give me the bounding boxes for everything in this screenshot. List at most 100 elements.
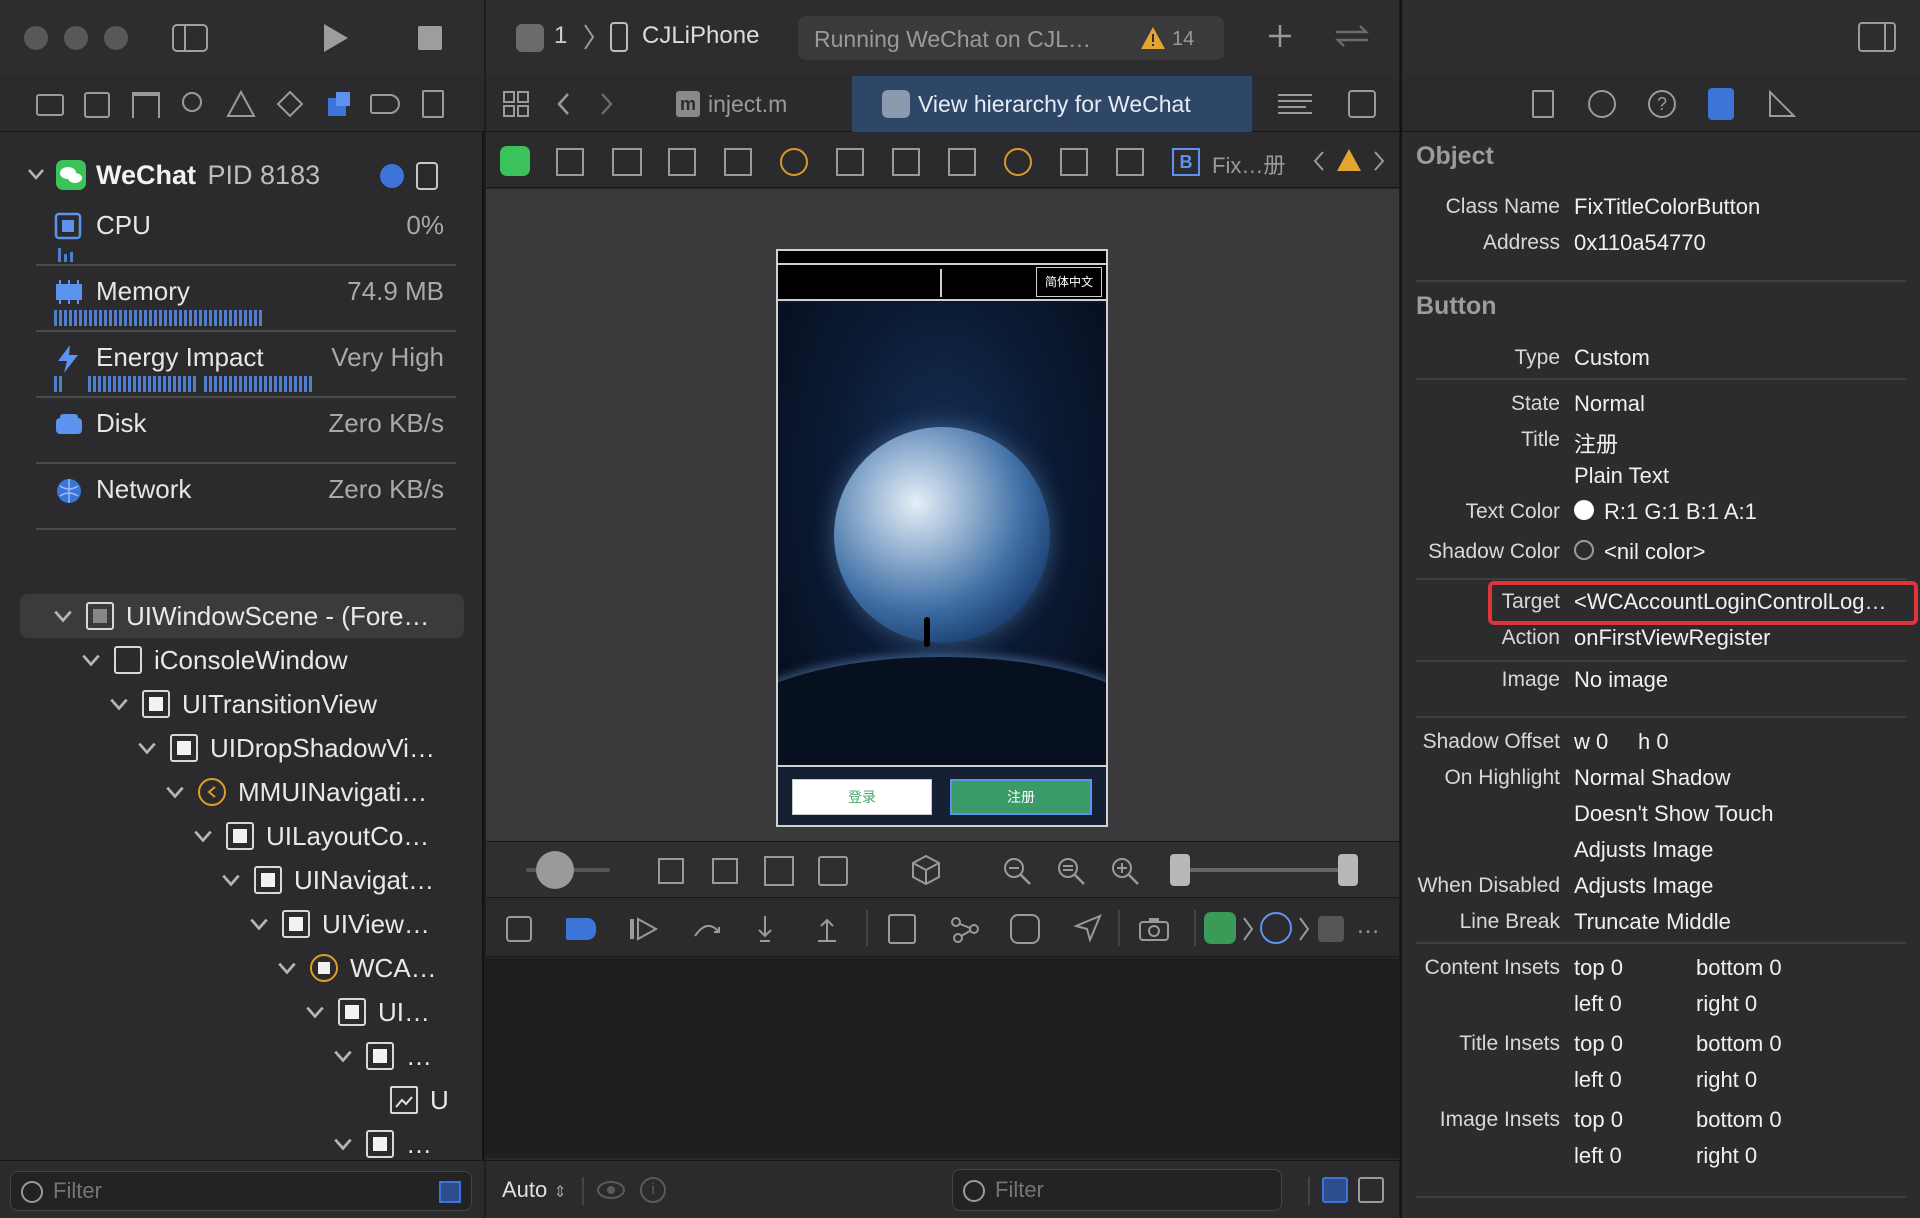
attributes-inspector-icon[interactable]: [1708, 88, 1734, 120]
tree-row[interactable]: …: [332, 1123, 432, 1165]
auto-variables-selector[interactable]: Auto ⇕: [502, 1177, 567, 1203]
button-class-icon[interactable]: B: [1172, 148, 1200, 176]
minimize-window-button[interactable]: [64, 26, 88, 50]
chevron-down-icon[interactable]: [164, 781, 186, 803]
scheme-icon[interactable]: [516, 24, 544, 52]
type-value[interactable]: Custom: [1574, 345, 1650, 371]
tree-row[interactable]: UIWindowScene - (Fore…: [52, 595, 429, 637]
info-icon[interactable]: [380, 164, 404, 188]
gauge-disk[interactable]: Disk Zero KB/s: [36, 398, 456, 464]
camera-icon[interactable]: [1138, 916, 1170, 942]
tree-row[interactable]: UIDropShadowVi…: [136, 727, 435, 769]
console-area[interactable]: [486, 958, 1399, 1158]
tree-row[interactable]: UIView…: [248, 903, 430, 945]
action-value[interactable]: onFirstViewRegister: [1574, 625, 1770, 651]
title-insets-top[interactable]: top 0: [1574, 1031, 1623, 1057]
process-title[interactable]: WeChat PID 8183: [96, 160, 320, 191]
file-inspector-icon[interactable]: [1532, 90, 1554, 118]
title-insets-left[interactable]: left 0: [1574, 1067, 1622, 1093]
content-icon[interactable]: [818, 856, 848, 886]
title-value[interactable]: 注册: [1574, 427, 1618, 459]
hide-debug-area-icon[interactable]: [506, 916, 532, 942]
wireframes-icon[interactable]: [764, 856, 794, 886]
tab-issue-icon[interactable]: [226, 90, 256, 118]
shadow-offset-w[interactable]: w 0: [1574, 729, 1608, 755]
step-over-icon[interactable]: [692, 916, 722, 942]
tab-test-icon[interactable]: [276, 90, 304, 118]
jump-view-icon[interactable]: [668, 148, 696, 176]
target-value[interactable]: <WCAccountLoginControlLog…: [1574, 589, 1886, 615]
content-insets-right[interactable]: right 0: [1696, 991, 1757, 1017]
wechat-jump-icon[interactable]: [500, 146, 530, 176]
tab-view-hierarchy[interactable]: View hierarchy for WeChat: [852, 76, 1252, 132]
language-button[interactable]: 简体中文: [1036, 267, 1102, 297]
tree-row[interactable]: WCA…: [276, 947, 437, 989]
jump-view-controller-icon[interactable]: [1004, 148, 1032, 176]
location-icon[interactable]: [1074, 914, 1102, 942]
doesnt-show-touch-value[interactable]: Doesn't Show Touch: [1574, 801, 1773, 827]
add-editor-icon[interactable]: [1348, 90, 1376, 118]
view-debugger-canvas[interactable]: 简体中文 登录 注册: [486, 189, 1399, 841]
shadow-color-value[interactable]: <nil color>: [1604, 539, 1706, 565]
tree-row[interactable]: U: [390, 1079, 449, 1121]
chevron-down-icon[interactable]: [192, 825, 214, 847]
class-name-value[interactable]: FixTitleColorButton: [1574, 194, 1760, 220]
jump-view-icon[interactable]: [948, 148, 976, 176]
chevron-down-icon[interactable]: [248, 913, 270, 935]
tab-project-icon[interactable]: [36, 94, 64, 116]
jump-nav-controller-icon[interactable]: [780, 148, 808, 176]
shadow-color-swatch[interactable]: [1574, 540, 1594, 560]
text-color-value[interactable]: R:1 G:1 B:1 A:1: [1604, 499, 1757, 525]
device-name[interactable]: CJLiPhone: [642, 22, 759, 50]
tab-inject-m[interactable]: m inject.m: [646, 76, 852, 132]
tree-row[interactable]: MMUINavigati…: [164, 771, 427, 813]
image-value[interactable]: No image: [1574, 667, 1668, 693]
zoom-actual-icon[interactable]: [1056, 856, 1086, 886]
device-icon[interactable]: [416, 162, 438, 190]
tree-row[interactable]: UILayoutCo…: [192, 815, 429, 857]
jump-view-icon[interactable]: [556, 148, 584, 176]
stop-icon[interactable]: [418, 26, 442, 50]
chevron-down-icon[interactable]: [276, 957, 298, 979]
jump-view-icon[interactable]: [892, 148, 920, 176]
stack-frame-icon[interactable]: [1318, 916, 1344, 942]
add-icon[interactable]: [1266, 22, 1294, 50]
run-icon[interactable]: [318, 20, 354, 56]
spacing-slider-knob[interactable]: [536, 851, 574, 889]
activity-status-bar[interactable]: Running WeChat on CJL… 14: [798, 16, 1224, 60]
login-button[interactable]: 登录: [792, 779, 932, 815]
jump-view-icon[interactable]: [1060, 148, 1088, 176]
image-insets-right[interactable]: right 0: [1696, 1143, 1757, 1169]
size-inspector-icon[interactable]: [1768, 90, 1796, 118]
console-filter-input[interactable]: [993, 1175, 1263, 1205]
continue-icon[interactable]: [628, 916, 660, 942]
chevron-down-icon[interactable]: [52, 605, 74, 627]
chevron-down-icon[interactable]: [108, 693, 130, 715]
zoom-window-button[interactable]: [104, 26, 128, 50]
when-disabled-value[interactable]: Adjusts Image: [1574, 873, 1713, 899]
content-insets-top[interactable]: top 0: [1574, 955, 1623, 981]
step-into-icon[interactable]: [752, 914, 778, 944]
more-icon[interactable]: …: [1356, 912, 1380, 940]
phone-screen[interactable]: 简体中文 登录 注册: [776, 249, 1108, 827]
content-insets-bottom[interactable]: bottom 0: [1696, 955, 1782, 981]
text-color-swatch[interactable]: [1574, 500, 1594, 520]
chevron-down-icon[interactable]: [220, 869, 242, 891]
breakpoints-toggle-icon[interactable]: [566, 918, 596, 940]
memory-graph-icon[interactable]: [950, 914, 980, 944]
process-disclosure-chevron-icon[interactable]: [26, 164, 46, 184]
title-kind-value[interactable]: Plain Text: [1574, 463, 1669, 489]
navigator-filter-input[interactable]: [51, 1176, 411, 1206]
title-insets-bottom[interactable]: bottom 0: [1696, 1031, 1782, 1057]
sidebar-toggle-icon[interactable]: [170, 22, 210, 54]
swap-arrows-icon[interactable]: [1332, 22, 1372, 50]
inspector-toggle-icon[interactable]: [1858, 22, 1896, 52]
tree-row[interactable]: UINavigat…: [220, 859, 434, 901]
line-break-value[interactable]: Truncate Middle: [1574, 909, 1731, 935]
title-insets-right[interactable]: right 0: [1696, 1067, 1757, 1093]
jump-next-icon[interactable]: [1372, 150, 1386, 172]
on-highlight-value[interactable]: Normal Shadow: [1574, 765, 1731, 791]
tab-report-icon[interactable]: [422, 90, 444, 118]
chevron-down-icon[interactable]: [304, 1001, 326, 1023]
tree-row[interactable]: iConsoleWindow: [80, 639, 348, 681]
